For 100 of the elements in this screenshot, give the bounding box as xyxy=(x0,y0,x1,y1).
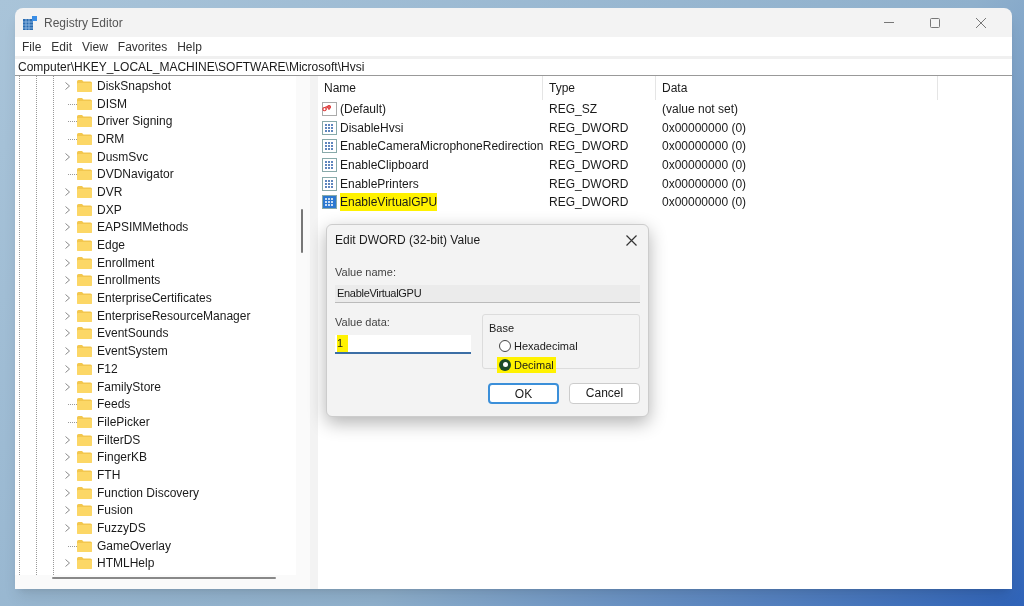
field-label: Value name: xyxy=(335,265,396,280)
tree-item[interactable]: FTH xyxy=(97,465,121,484)
folder-icon xyxy=(77,468,92,481)
folder-icon xyxy=(77,256,92,269)
value-data: 0x00000000 (0) xyxy=(662,120,747,135)
value-name[interactable]: EnableVirtualGPU xyxy=(340,193,438,212)
radio-button[interactable] xyxy=(499,340,511,353)
tree-item[interactable]: EAPSIMMethods xyxy=(97,218,189,237)
folder-icon xyxy=(77,539,92,552)
tree-item[interactable]: DiskSnapshot xyxy=(97,76,172,95)
value-name[interactable]: EnablePrinters xyxy=(340,174,419,193)
folder-icon xyxy=(77,504,92,517)
menu-item[interactable]: Help xyxy=(172,37,207,56)
tree-item[interactable]: DISM xyxy=(97,94,127,113)
tree-item[interactable]: Enrollment xyxy=(97,253,155,272)
tree-item[interactable]: Feeds xyxy=(97,395,131,414)
folder-icon xyxy=(77,239,92,252)
radio-button[interactable] xyxy=(499,358,511,371)
folder-icon xyxy=(77,97,92,110)
value-data: 0x00000000 (0) xyxy=(662,158,747,173)
tree-item[interactable]: DVR xyxy=(97,182,123,201)
value-type: REG_DWORD xyxy=(549,139,629,154)
dialog-button[interactable]: Cancel xyxy=(569,382,640,404)
folder-icon xyxy=(77,132,92,145)
close-icon xyxy=(625,234,637,246)
value-data-field[interactable]: 1 xyxy=(335,335,471,354)
menu-item[interactable]: Favorites xyxy=(112,37,173,56)
value-type: REG_DWORD xyxy=(549,195,629,210)
folder-icon xyxy=(77,362,92,375)
value-data: 0x00000000 (0) xyxy=(662,176,747,191)
folder-icon xyxy=(77,150,92,163)
folder-icon xyxy=(77,398,92,411)
maximize-icon xyxy=(930,17,940,28)
column-header[interactable]: Name xyxy=(324,79,356,97)
chevron-icon[interactable] xyxy=(64,559,70,568)
tree-item[interactable]: FuzzyDS xyxy=(97,519,146,538)
tree-item[interactable]: GameOverlay xyxy=(97,536,172,555)
folder-icon xyxy=(77,221,92,234)
tree-item[interactable]: HTMLHelp xyxy=(97,554,155,573)
registry-app-icon xyxy=(23,15,37,30)
tree-item[interactable]: FilterDS xyxy=(97,430,141,449)
chevron-icon[interactable] xyxy=(64,81,70,90)
folder-icon xyxy=(77,115,92,128)
tree-item[interactable]: FilePicker xyxy=(97,412,150,431)
close-icon xyxy=(976,17,986,28)
binary-value-icon xyxy=(322,139,337,154)
folder-icon xyxy=(77,433,92,446)
address-bar[interactable]: Computer\HKEY_LOCAL_MACHINE\SOFTWARE\Microsoft\Hvsi xyxy=(15,59,1012,76)
column-header[interactable]: Data xyxy=(662,79,688,97)
value-type: REG_DWORD xyxy=(549,158,629,173)
folder-icon xyxy=(77,557,92,570)
value-type: REG_DWORD xyxy=(549,120,629,135)
tree-item[interactable]: EnterpriseCertificates xyxy=(97,289,212,308)
tree-item[interactable]: FingerKB xyxy=(97,448,148,467)
value-name[interactable]: (Default) xyxy=(340,100,386,119)
chevron-icon[interactable] xyxy=(64,152,70,161)
tree-item[interactable]: DRM xyxy=(97,129,125,148)
tree-item[interactable]: Fusion xyxy=(97,501,134,520)
folder-icon xyxy=(77,522,92,535)
horizontal-scrollbar-thumb[interactable] xyxy=(52,577,276,579)
tree-item[interactable]: DXP xyxy=(97,200,122,219)
value-name-field: EnableVirtualGPU xyxy=(335,284,640,303)
menu-item[interactable]: Edit xyxy=(46,37,78,56)
field-label: Value data: xyxy=(335,314,390,330)
vertical-scrollbar-thumb[interactable] xyxy=(301,209,303,253)
menu-item[interactable]: File xyxy=(17,37,47,56)
window-title: Registry Editor xyxy=(44,14,123,32)
tree-item[interactable]: Enrollments xyxy=(97,271,161,290)
value-data: 0x00000000 (0) xyxy=(662,139,747,154)
folder-icon xyxy=(77,168,92,181)
value-type: REG_SZ xyxy=(549,102,597,117)
folder-icon xyxy=(77,203,92,216)
folder-icon xyxy=(77,451,92,464)
folder-icon xyxy=(77,345,92,358)
dialog-title: Edit DWORD (32-bit) Value xyxy=(335,232,481,249)
tree-item[interactable]: EventSounds xyxy=(97,324,169,343)
value-name[interactable]: EnableCameraMicrophoneRedirection xyxy=(340,137,544,156)
tree-item[interactable]: F12 xyxy=(97,359,118,378)
groupbox-label: Base xyxy=(489,320,515,336)
radio-label[interactable]: Hexadecimal xyxy=(514,338,578,355)
folder-icon xyxy=(77,292,92,305)
binary-value-icon xyxy=(322,158,337,173)
tree-item[interactable]: Edge xyxy=(97,236,126,255)
tree-item[interactable]: EnterpriseResourceManager xyxy=(97,306,251,325)
column-header[interactable]: Type xyxy=(549,79,575,97)
tree-item[interactable]: Function Discovery xyxy=(97,483,200,502)
menu-item[interactable]: View xyxy=(77,37,113,56)
tree-item[interactable]: EventSystem xyxy=(97,342,168,361)
folder-icon xyxy=(77,415,92,428)
value-name[interactable]: DisableHvsi xyxy=(340,118,404,137)
folder-icon xyxy=(77,274,92,287)
folder-icon xyxy=(77,380,92,393)
value-name[interactable]: EnableClipboard xyxy=(340,156,429,175)
tree-item[interactable]: DVDNavigator xyxy=(97,165,174,184)
tree-item[interactable]: Driver Signing xyxy=(97,112,173,131)
tree-item[interactable]: FamilyStore xyxy=(97,377,161,396)
folder-icon xyxy=(77,185,92,198)
minimize-icon xyxy=(884,22,894,23)
tree-item[interactable]: DusmSvc xyxy=(97,147,149,166)
dialog-button[interactable]: OK xyxy=(488,382,559,404)
